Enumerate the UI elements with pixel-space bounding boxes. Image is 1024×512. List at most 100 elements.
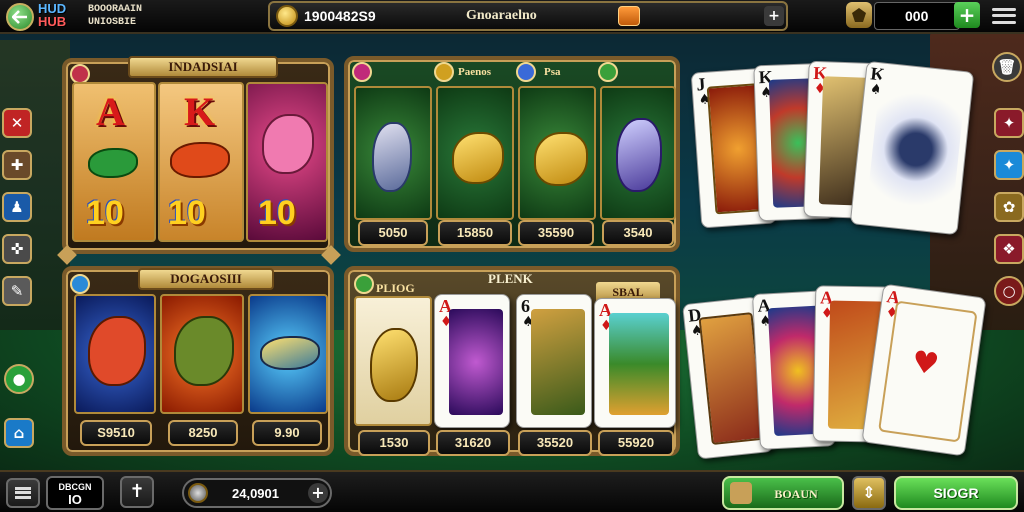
panel-card-2[interactable]: 6 ♠ xyxy=(516,294,592,428)
ring-icon: ○ xyxy=(1002,281,1016,300)
playing-card-top-4[interactable]: K ♠ xyxy=(849,60,975,236)
chat-icon: ● xyxy=(12,369,26,388)
slot-panel-top-left[interactable]: INDADSIAI A 10 K 10 10 xyxy=(57,56,341,265)
gift-small-icon: ❖ xyxy=(1002,239,1016,258)
fish-reel-3 xyxy=(518,86,596,220)
fish-reel-2 xyxy=(436,86,514,220)
creature-reel-3 xyxy=(248,294,328,414)
label-paenos: Paenos xyxy=(458,66,491,78)
menu-icon xyxy=(15,491,31,495)
red-creature-icon xyxy=(88,316,146,386)
gem-icon xyxy=(846,2,872,28)
coin-icon xyxy=(276,5,298,27)
gold-fish-icon xyxy=(534,132,588,186)
bonus-icon xyxy=(730,482,752,504)
green-creature-icon xyxy=(174,316,234,386)
panel-card-3[interactable]: A ♦ xyxy=(594,298,676,428)
bottom-bar: DBCGN IO ✝ 24,0901 + BOAUN ⇕ SIOGR xyxy=(0,470,1024,512)
close-side-button[interactable]: ✕ xyxy=(2,108,32,138)
shop-side-button[interactable]: ⌂ xyxy=(4,418,34,448)
reel-value: 3540 xyxy=(602,220,674,246)
trash-button[interactable]: 🗑 xyxy=(992,52,1022,82)
gift-icon[interactable] xyxy=(618,6,640,26)
bet-value: IO xyxy=(68,492,82,507)
panel-corner-ornament xyxy=(321,245,341,265)
back-arrow-icon xyxy=(12,10,27,24)
menu-icon xyxy=(15,486,31,490)
card-rank: J xyxy=(695,73,707,95)
symbol-k: K xyxy=(184,89,216,134)
symbol-10-third: 10 xyxy=(258,194,296,232)
creature-reel-1 xyxy=(74,294,156,414)
close-icon: ✕ xyxy=(10,113,24,132)
tools-side-button[interactable]: ✎ xyxy=(2,276,32,306)
right-side-button-2[interactable]: ✦ xyxy=(994,150,1024,180)
puzzle-icon: ✜ xyxy=(10,239,24,258)
gold-fish-icon xyxy=(452,132,504,184)
app-logo: HUD HUB xyxy=(38,2,80,32)
right-side-button-1[interactable]: ✦ xyxy=(994,108,1024,138)
card-art xyxy=(866,77,966,222)
right-side-button-3[interactable]: ✿ xyxy=(994,192,1024,222)
add-total-button[interactable]: + xyxy=(308,483,328,503)
symbol-10-second: 10 xyxy=(168,194,206,232)
balance-bar: 1900482S9 Gnoaraelno + xyxy=(268,1,788,31)
playing-card-bottom-4[interactable]: A ♦ ♥ xyxy=(861,283,987,457)
reel-3: 10 xyxy=(246,82,328,242)
settings-side-button[interactable]: ✚ xyxy=(2,150,32,180)
add-gems-button[interactable]: + xyxy=(954,2,980,28)
menu-icon[interactable] xyxy=(988,2,1020,30)
tool-icon: ✎ xyxy=(10,281,24,300)
reel-2: K 10 xyxy=(158,82,244,242)
menu-icon xyxy=(15,496,31,500)
slot-panel-bottom-left[interactable]: DOGAOSIII S9510 8250 9.90 xyxy=(62,266,334,456)
slot-panel-bottom-middle[interactable]: PLIOG PLENK SBAL A ♦ 6 ♠ A ♦ 1530 31620 … xyxy=(344,266,680,456)
panel-title: DOGAOSIII xyxy=(138,268,274,290)
trash-icon: 🗑 xyxy=(997,57,1017,76)
chat-side-button[interactable]: ● xyxy=(4,364,34,394)
card-rank: 6 xyxy=(521,296,530,316)
total-display: 24,0901 + xyxy=(182,478,332,508)
reel-value: 8250 xyxy=(168,420,238,446)
menu-button[interactable] xyxy=(6,478,40,508)
right-side-button-5[interactable]: ○ xyxy=(994,276,1024,306)
bet-up-button[interactable]: ✝ xyxy=(120,476,154,508)
green-fish-icon xyxy=(88,148,138,178)
reel-value: S9510 xyxy=(80,420,152,446)
chip-icon xyxy=(188,483,208,503)
gems-counter: 000 xyxy=(874,2,960,30)
label-plenk: PLENK xyxy=(488,271,533,286)
arrow-up-icon: ✝ xyxy=(129,481,145,502)
gold-fish-reel xyxy=(354,296,432,426)
spin-button[interactable]: SIOGR xyxy=(894,476,1018,510)
label-psa: Psa xyxy=(544,66,561,78)
right-side-button-4[interactable]: ❖ xyxy=(994,234,1024,264)
purple-fish-icon xyxy=(616,118,662,192)
silver-fish-icon xyxy=(372,122,412,192)
auto-spin-button[interactable]: ⇕ xyxy=(852,476,886,510)
bet-display: DBCGN IO xyxy=(46,476,104,510)
gold-fish-icon xyxy=(370,328,418,402)
puzzle-side-button[interactable]: ✜ xyxy=(2,234,32,264)
reel-value: 15850 xyxy=(438,220,512,246)
label-pliog: PLIOG xyxy=(376,281,415,295)
profile-side-button[interactable]: ♟ xyxy=(2,192,32,222)
plus-cross-icon: ✚ xyxy=(10,155,24,174)
bonus-button[interactable]: BOAUN xyxy=(722,476,844,510)
star-icon: ✦ xyxy=(1002,155,1016,174)
panel-badge-icon xyxy=(70,274,90,294)
flower-icon: ✿ xyxy=(1002,197,1016,216)
top-bar: HUD HUB BOOORAAIN UNIOSBIE 1900482S9 Gno… xyxy=(0,0,1024,34)
reel-value: 5050 xyxy=(358,220,428,246)
user-icon: ♟ xyxy=(10,197,24,216)
red-fish-icon xyxy=(170,142,230,178)
bonus-label: BOAUN xyxy=(774,487,818,501)
reel-value: 35590 xyxy=(518,220,594,246)
pink-creature-icon xyxy=(262,114,314,174)
subtitle-line-1: BOOORAAIN xyxy=(88,4,143,15)
back-button[interactable] xyxy=(6,3,34,31)
slot-panel-top-middle[interactable]: Paenos Psa 5050 15850 35590 3540 xyxy=(344,56,680,252)
add-balance-button[interactable]: + xyxy=(764,6,784,26)
panel-card-1[interactable]: A ♦ xyxy=(434,294,510,428)
striped-fish-icon xyxy=(260,336,320,370)
